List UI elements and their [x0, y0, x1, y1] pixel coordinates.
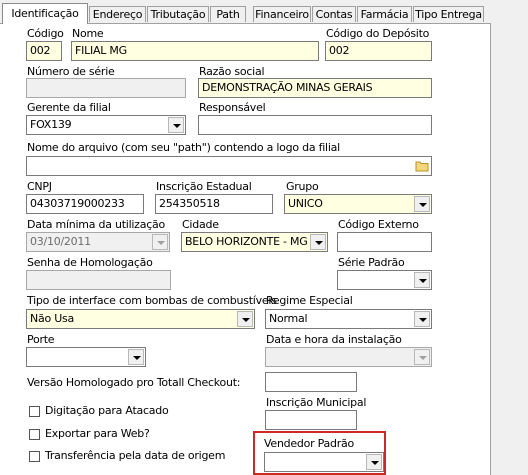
data-minima-select: 03/10/2011: [26, 232, 170, 252]
tab-path[interactable]: Path: [210, 6, 246, 22]
tab-endereco[interactable]: Endereço: [89, 6, 146, 22]
transferencia-data-origem-checkbox[interactable]: [29, 451, 40, 462]
codigo-deposito-label: Código do Depósito: [326, 27, 430, 40]
data-minima-value: 03/10/2011: [30, 235, 91, 248]
grupo-label: Grupo: [286, 180, 319, 193]
versao-homologado-field[interactable]: [265, 372, 357, 392]
gerente-label: Gerente da filial: [27, 101, 111, 114]
grupo-value: UNICO: [288, 197, 323, 210]
gerente-value: FOX139: [30, 118, 72, 131]
serie-padrao-select[interactable]: [337, 270, 432, 290]
codigo-externo-label: Código Externo: [338, 218, 419, 231]
cidade-label: Cidade: [182, 218, 219, 231]
tab-contas[interactable]: Contas: [312, 6, 356, 22]
senha-homologacao-label: Senha de Homologação: [27, 256, 153, 269]
exportar-web-checkbox[interactable]: [29, 429, 40, 440]
tipo-interface-label: Tipo de interface com bombas de combustí…: [27, 294, 277, 307]
chevron-down-icon[interactable]: [310, 234, 326, 250]
window-background: [491, 24, 528, 475]
razao-social-field[interactable]: DEMONSTRAÇÃO MINAS GERAIS: [198, 78, 432, 98]
logo-path-field[interactable]: [26, 156, 432, 176]
numero-serie-field: [26, 78, 186, 98]
cnpj-label: CNPJ: [27, 180, 52, 193]
chevron-down-icon: [414, 349, 430, 365]
inscricao-estadual-field[interactable]: 254350518: [155, 194, 273, 214]
tipo-interface-value: Não Usa: [30, 312, 74, 325]
chevron-down-icon[interactable]: [414, 272, 430, 288]
chevron-down-icon[interactable]: [168, 117, 184, 133]
responsavel-label: Responsável: [199, 101, 266, 114]
gerente-select[interactable]: FOX139: [26, 115, 186, 135]
data-minima-label: Data mínima da utilização: [27, 218, 165, 231]
chevron-down-icon[interactable]: [237, 311, 253, 327]
nome-field[interactable]: FILIAL MG: [71, 41, 319, 61]
grupo-select[interactable]: UNICO: [284, 194, 432, 214]
vendedor-padrao-label: Vendedor Padrão: [264, 437, 354, 450]
tipo-interface-select[interactable]: Não Usa: [26, 309, 255, 329]
regime-especial-select[interactable]: Normal: [265, 309, 432, 329]
chevron-down-icon[interactable]: [414, 311, 430, 327]
regime-especial-value: Normal: [269, 312, 308, 325]
chevron-down-icon: [152, 234, 168, 250]
nome-label: Nome: [72, 27, 104, 40]
porte-select[interactable]: [26, 347, 146, 367]
cidade-value: BELO HORIZONTE - MG: [185, 235, 308, 248]
tab-strip: Identificação Endereço Tributação Path F…: [0, 0, 528, 24]
inscricao-estadual-label: Inscrição Estadual: [156, 180, 252, 193]
tab-tipo-entrega[interactable]: Tipo Entrega: [413, 6, 484, 22]
data-hora-instalacao-label: Data e hora da instalação: [266, 333, 402, 346]
versao-homologado-label: Versão Homologado pro Totall Checkout:: [27, 376, 241, 389]
folder-icon[interactable]: [415, 159, 429, 172]
logo-label: Nome do arquivo (com seu "path") contend…: [27, 141, 340, 154]
senha-homologacao-field: [26, 270, 171, 290]
tab-tributacao[interactable]: Tributação: [147, 6, 209, 22]
tab-farmacia[interactable]: Farmácia: [357, 6, 412, 22]
chevron-down-icon[interactable]: [128, 349, 144, 365]
codigo-field[interactable]: 002: [26, 41, 62, 61]
codigo-label: Código: [27, 27, 64, 40]
codigo-deposito-field[interactable]: 002: [325, 41, 432, 61]
serie-padrao-label: Série Padrão: [338, 256, 405, 269]
codigo-externo-field[interactable]: [337, 232, 432, 252]
inscricao-municipal-label: Inscrição Municipal: [266, 396, 367, 409]
chevron-down-icon[interactable]: [366, 454, 382, 470]
tab-financeiro[interactable]: Financeiro: [253, 6, 311, 22]
data-hora-instalacao-select: [265, 347, 432, 367]
numero-serie-label: Número de série: [27, 65, 115, 78]
exportar-web-label: Exportar para Web?: [45, 427, 150, 440]
digitacao-atacado-label: Digitação para Atacado: [45, 404, 169, 417]
transferencia-data-origem-label: Transferência pela data de origem: [45, 449, 226, 462]
digitacao-atacado-checkbox[interactable]: [29, 406, 40, 417]
porte-label: Porte: [27, 333, 55, 346]
vendedor-padrao-select[interactable]: [264, 452, 384, 472]
chevron-down-icon[interactable]: [414, 196, 430, 212]
inscricao-municipal-field[interactable]: [265, 410, 357, 430]
razao-social-label: Razão social: [199, 65, 265, 78]
cidade-select[interactable]: BELO HORIZONTE - MG: [181, 232, 328, 252]
regime-especial-label: Regime Especial: [266, 294, 353, 307]
cnpj-field[interactable]: 04303719000233: [26, 194, 144, 214]
responsavel-field[interactable]: [198, 115, 432, 135]
tab-identificacao[interactable]: Identificação: [2, 3, 88, 24]
